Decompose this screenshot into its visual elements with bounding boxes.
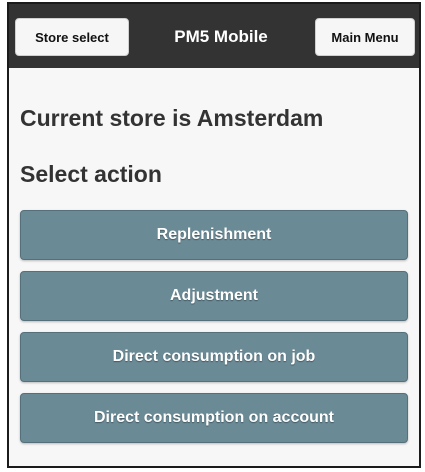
- select-action-heading: Select action: [20, 161, 162, 187]
- adjustment-button[interactable]: Adjustment: [20, 271, 408, 321]
- store-select-button[interactable]: Store select: [15, 18, 129, 56]
- current-store-heading: Current store is Amsterdam: [20, 105, 324, 131]
- direct-consumption-account-button[interactable]: Direct consumption on account: [20, 393, 408, 443]
- main-menu-button[interactable]: Main Menu: [315, 18, 415, 56]
- main-content: Current store is Amsterdam Select action…: [9, 68, 419, 443]
- direct-consumption-job-button[interactable]: Direct consumption on job: [20, 332, 408, 382]
- header-bar: Store select PM5 Mobile Main Menu: [9, 4, 419, 68]
- action-list: Replenishment Adjustment Direct consumpt…: [20, 210, 408, 443]
- app-frame: Store select PM5 Mobile Main Menu Curren…: [7, 2, 421, 468]
- replenishment-button[interactable]: Replenishment: [20, 210, 408, 260]
- app-title: PM5 Mobile: [174, 27, 268, 46]
